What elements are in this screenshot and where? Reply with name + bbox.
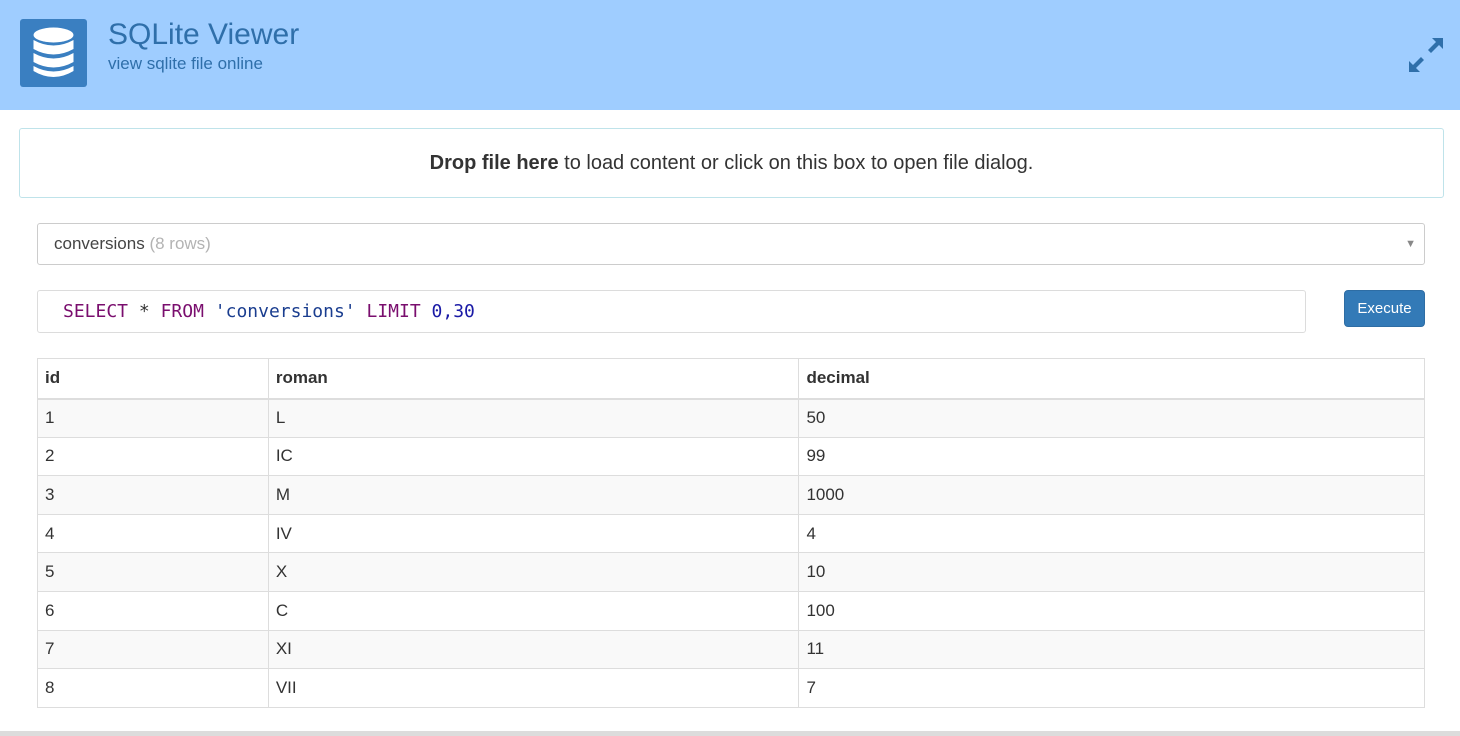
- cell-roman: X: [267, 552, 800, 592]
- cell-decimal: 100: [798, 590, 1425, 631]
- cell-decimal: 1000: [798, 475, 1425, 515]
- dropzone-text: to load content or click on this box to …: [558, 152, 1034, 174]
- expand-icon[interactable]: [1406, 35, 1446, 75]
- table-row-count: (8 rows): [149, 234, 211, 253]
- table-header-row: id roman decimal: [37, 358, 1425, 400]
- table-row: 3 M 1000: [37, 475, 1425, 515]
- table-row: 4 IV 4: [37, 513, 1425, 554]
- cell-id: 5: [37, 552, 269, 592]
- cell-id: 8: [37, 668, 269, 708]
- table-select[interactable]: conversions (8 rows) ▼: [37, 223, 1425, 265]
- cell-roman: IC: [267, 436, 800, 477]
- cell-roman: VII: [267, 668, 800, 708]
- cell-id: 6: [37, 590, 269, 631]
- cell-id: 2: [37, 436, 269, 477]
- cell-decimal: 99: [798, 436, 1425, 477]
- sql-limit-value: 0,30: [431, 301, 475, 322]
- results-table: id roman decimal 1 L 50 2 IC 99 3 M 1000…: [37, 358, 1425, 708]
- cell-decimal: 11: [798, 629, 1425, 670]
- app-subtitle: view sqlite file online: [108, 54, 263, 73]
- page-bottom-divider: [0, 731, 1460, 736]
- database-icon: [33, 27, 74, 77]
- app-header: SQLite Viewer view sqlite file online: [0, 0, 1460, 110]
- selected-table-name: conversions: [54, 234, 145, 253]
- column-header-id: id: [37, 358, 269, 400]
- column-header-roman: roman: [267, 358, 800, 400]
- cell-id: 4: [37, 513, 269, 554]
- table-row: 8 VII 7: [37, 668, 1425, 708]
- logo: [20, 19, 87, 87]
- cell-id: 1: [37, 398, 269, 438]
- sql-keyword-select: SELECT: [63, 301, 129, 322]
- cell-id: 7: [37, 629, 269, 670]
- app-title: SQLite Viewer: [108, 18, 300, 51]
- cell-roman: L: [267, 398, 800, 438]
- cell-decimal: 4: [798, 513, 1425, 554]
- sql-query-editor[interactable]: SELECT * FROM 'conversions' LIMIT 0,30: [37, 290, 1306, 333]
- sql-keyword-from: FROM: [160, 301, 204, 322]
- cell-roman: M: [267, 475, 800, 515]
- caret-down-icon: ▼: [1405, 238, 1416, 250]
- cell-roman: IV: [267, 513, 800, 554]
- column-header-decimal: decimal: [798, 358, 1425, 400]
- dropzone-bold-text: Drop file here: [429, 152, 559, 174]
- cell-decimal: 50: [798, 398, 1425, 438]
- table-row: 6 C 100: [37, 590, 1425, 631]
- sql-star: *: [138, 301, 150, 322]
- table-row: 2 IC 99: [37, 436, 1425, 477]
- sql-keyword-limit: LIMIT: [366, 301, 421, 322]
- cell-roman: C: [267, 590, 800, 631]
- file-dropzone[interactable]: Drop file here to load content or click …: [19, 128, 1444, 198]
- cell-id: 3: [37, 475, 269, 515]
- cell-decimal: 10: [798, 552, 1425, 592]
- table-row: 5 X 10: [37, 552, 1425, 592]
- table-row: 1 L 50: [37, 398, 1425, 438]
- execute-button[interactable]: Execute: [1344, 290, 1425, 327]
- cell-decimal: 7: [798, 668, 1425, 708]
- sql-table-literal: 'conversions': [214, 301, 356, 322]
- table-row: 7 XI 11: [37, 629, 1425, 670]
- cell-roman: XI: [267, 629, 800, 670]
